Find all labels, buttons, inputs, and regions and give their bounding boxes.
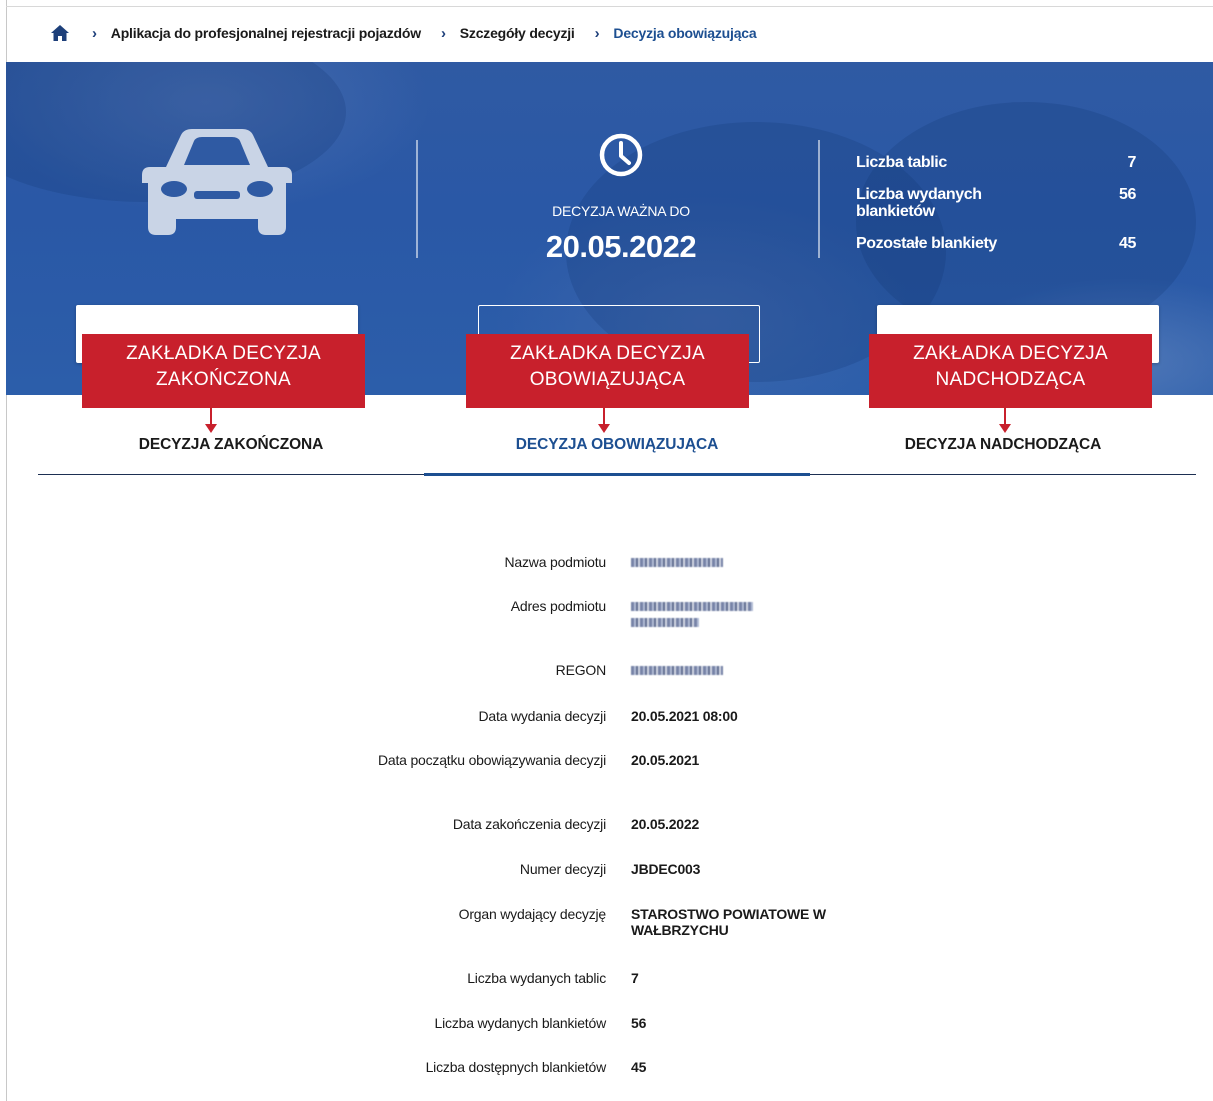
chevron-right-icon: › bbox=[92, 24, 97, 42]
detail-value-redacted bbox=[631, 598, 931, 630]
stat-row: Pozostałe blankiety 45 bbox=[856, 235, 1136, 252]
stat-label: Liczba wydanych blankietów bbox=[856, 186, 982, 220]
detail-value: STAROSTWO POWIATOWE W WAŁBRZYCHU bbox=[631, 906, 826, 938]
car-icon bbox=[136, 127, 298, 237]
stat-label: Liczba tablic bbox=[856, 154, 947, 171]
detail-label: Liczba dostępnych blankietów bbox=[425, 1059, 607, 1075]
tab-decision-current[interactable]: DECYZJA OBOWIĄZUJĄCA bbox=[424, 422, 810, 476]
tab-label: DECYZJA ZAKOŃCZONA bbox=[138, 436, 324, 453]
detail-value: 56 bbox=[631, 1015, 647, 1031]
detail-value: 20.05.2022 bbox=[631, 816, 700, 832]
detail-label: Adres podmiotu bbox=[510, 598, 606, 614]
detail-row: Nazwa podmiotu bbox=[370, 554, 931, 570]
decision-tabs: DECYZJA ZAKOŃCZONA DECYZJA OBOWIĄZUJĄCA … bbox=[38, 422, 1196, 476]
detail-row: Liczba wydanych blankietów 56 bbox=[370, 1015, 931, 1031]
breadcrumb-item-current: Decyzja obowiązująca bbox=[613, 25, 757, 41]
annotation-tab-upcoming: ZAKŁADKA DECYZJA NADCHODZĄCA bbox=[869, 334, 1152, 408]
detail-label: REGON bbox=[555, 662, 607, 678]
tab-label: DECYZJA OBOWIĄZUJĄCA bbox=[515, 436, 719, 453]
detail-value: 45 bbox=[631, 1059, 647, 1075]
detail-label: Liczba wydanych blankietów bbox=[434, 1015, 607, 1031]
detail-label: Organ wydający decyzję bbox=[458, 906, 607, 922]
detail-label: Data wydania decyzji bbox=[478, 708, 606, 724]
decision-valid-block: DECYZJA WAŻNA DO 20.05.2022 bbox=[476, 132, 766, 265]
detail-value: 7 bbox=[631, 970, 639, 986]
detail-row: Liczba dostępnych blankietów 45 bbox=[370, 1059, 931, 1075]
detail-label: Liczba wydanych tablic bbox=[467, 970, 606, 986]
detail-label: Data początku obowiązywania decyzji bbox=[377, 752, 606, 768]
detail-value: 20.05.2021 bbox=[631, 752, 700, 768]
detail-row: Data zakończenia decyzji 20.05.2022 bbox=[370, 816, 931, 832]
stat-value: 45 bbox=[1119, 235, 1136, 252]
detail-row: REGON bbox=[370, 662, 931, 678]
stat-value: 56 bbox=[1119, 186, 1136, 203]
detail-label: Numer decyzji bbox=[519, 861, 606, 877]
detail-row: Numer decyzji JBDEC003 bbox=[370, 861, 931, 877]
annotation-tab-current: ZAKŁADKA DECYZJA OBOWIĄZUJĄCA bbox=[466, 334, 749, 408]
home-icon[interactable] bbox=[50, 23, 70, 43]
stat-row: Liczba wydanych blankietów 56 bbox=[856, 186, 1136, 220]
tab-decision-upcoming[interactable]: DECYZJA NADCHODZĄCA bbox=[810, 422, 1196, 474]
detail-row: Organ wydający decyzję STAROSTWO POWIATO… bbox=[370, 906, 871, 938]
page-top-border bbox=[6, 6, 1213, 7]
hero-divider bbox=[416, 140, 418, 258]
clock-icon bbox=[598, 132, 644, 178]
annotation-tab-ended: ZAKŁADKA DECYZJA ZAKOŃCZONA bbox=[82, 334, 365, 408]
chevron-right-icon: › bbox=[594, 24, 600, 42]
tab-label: DECYZJA NADCHODZĄCA bbox=[904, 436, 1102, 453]
hero-divider bbox=[818, 140, 820, 258]
stat-value: 7 bbox=[1127, 154, 1137, 171]
detail-row: Data wydania decyzji 20.05.2021 08:00 bbox=[370, 708, 931, 724]
breadcrumb: › Aplikacja do profesjonalnej rejestracj… bbox=[50, 22, 776, 44]
breadcrumb-item-details[interactable]: Szczegóły decyzji bbox=[460, 25, 575, 41]
detail-value: 20.05.2021 08:00 bbox=[631, 708, 738, 724]
detail-row: Data początku obowiązywania decyzji 20.0… bbox=[370, 752, 931, 768]
decision-stats: Liczba tablic 7 Liczba wydanych blankiet… bbox=[856, 154, 1136, 267]
detail-value: JBDEC003 bbox=[631, 861, 701, 877]
detail-value-redacted bbox=[631, 554, 931, 570]
stat-label: Pozostałe blankiety bbox=[856, 235, 997, 252]
detail-row: Adres podmiotu bbox=[370, 598, 931, 630]
valid-until-label: DECYZJA WAŻNA DO bbox=[552, 203, 690, 219]
detail-label: Data zakończenia decyzji bbox=[452, 816, 606, 832]
detail-value-redacted bbox=[631, 662, 931, 678]
chevron-right-icon: › bbox=[440, 24, 446, 42]
valid-until-date: 20.05.2022 bbox=[545, 229, 697, 264]
breadcrumb-item-app[interactable]: Aplikacja do profesjonalnej rejestracji … bbox=[111, 25, 421, 41]
stat-row: Liczba tablic 7 bbox=[856, 154, 1136, 171]
detail-label: Nazwa podmiotu bbox=[504, 554, 607, 570]
detail-row: Liczba wydanych tablic 7 bbox=[370, 970, 931, 986]
tab-decision-ended[interactable]: DECYZJA ZAKOŃCZONA bbox=[38, 422, 424, 474]
